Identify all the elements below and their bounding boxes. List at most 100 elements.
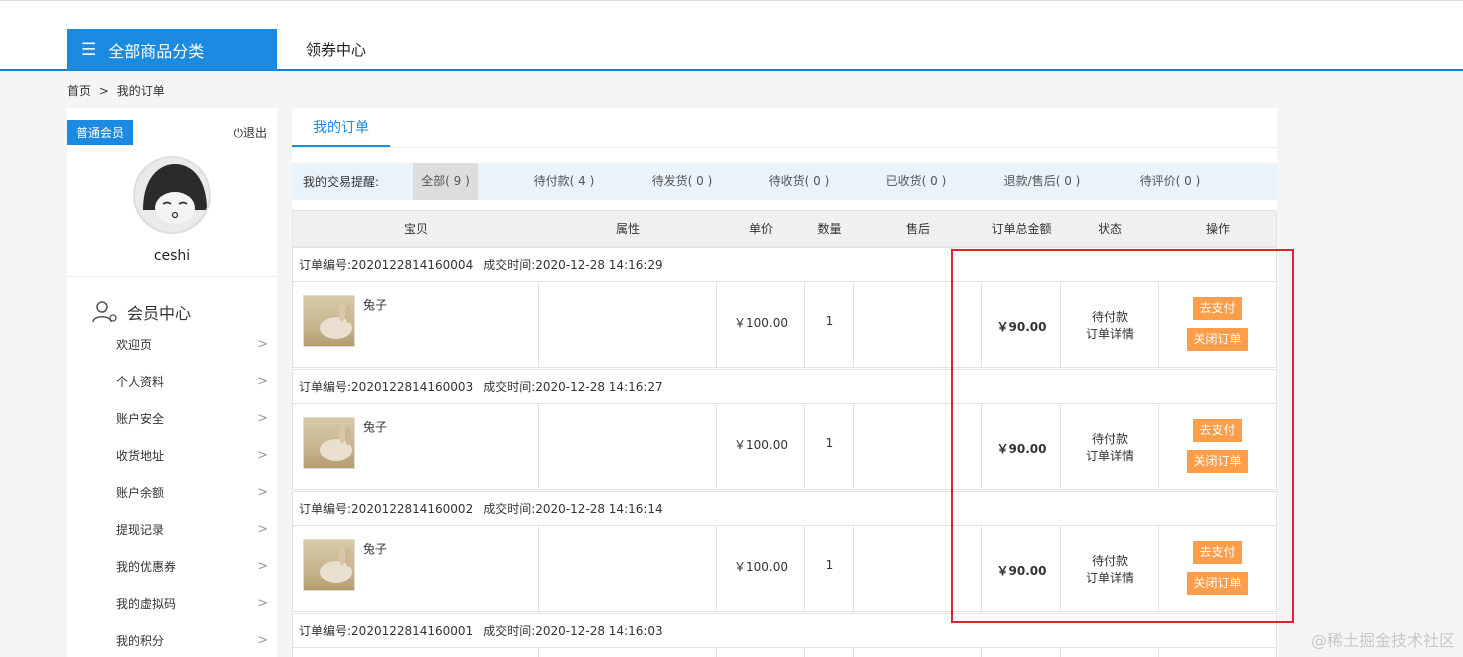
all-categories-label: 全部商品分类 [108, 41, 205, 61]
attributes-cell [539, 648, 717, 657]
sidebar-item-welcome[interactable]: 欢迎页 > [116, 326, 268, 363]
quantity: 1 [825, 436, 834, 450]
chevron-right-icon: > [257, 633, 268, 648]
sidebar-item-label: 我的虚拟码 [116, 597, 177, 611]
column-header: 数量 [817, 222, 842, 236]
coupon-center-link[interactable]: 领券中心 [306, 39, 366, 60]
column-header: 属性 [615, 222, 640, 236]
sidebar-item-points[interactable]: 我的积分 > [116, 622, 268, 657]
chevron-right-icon: > [257, 411, 268, 426]
product-name[interactable]: 兔子 [363, 296, 387, 313]
filter-pending-shipment[interactable]: 待发货( 0 ) [632, 163, 732, 200]
breadcrumb-current: 我的订单 [116, 84, 165, 98]
table-header: 宝贝 属性 单价 数量 售后 订单总金额 状态 操作 [292, 210, 1277, 247]
order-number: 订单编号:2020122814160002 [299, 502, 474, 516]
sidebar-item-profile[interactable]: 个人资料 > [116, 363, 268, 400]
logout-label: 退出 [242, 126, 267, 140]
top-bar: ☰ 全部商品分类 领券中心 [0, 0, 1463, 71]
aftersale-cell [854, 648, 982, 657]
order-number: 订单编号:2020122814160003 [299, 380, 474, 394]
quantity: 1 [825, 314, 834, 328]
breadcrumb-separator: > [98, 84, 109, 98]
filter-all[interactable]: 全部( 9 ) [413, 163, 478, 200]
menu-icon: ☰ [81, 39, 97, 60]
product-cell: 兔子 [293, 526, 539, 611]
column-header: 订单总金额 [991, 222, 1052, 236]
product-cell: 兔子 [293, 282, 539, 367]
product-image[interactable] [303, 417, 355, 469]
sidebar-item-balance[interactable]: 账户余额 > [116, 474, 268, 511]
member-center-heading: 会员中心 [91, 300, 191, 324]
product-name[interactable]: 兔子 [363, 418, 387, 435]
all-categories-button[interactable]: ☰ 全部商品分类 [67, 29, 277, 70]
sidebar-item-label: 账户安全 [116, 412, 165, 426]
order-number: 订单编号:2020122814160004 [299, 258, 474, 272]
filter-pending-payment[interactable]: 待付款( 4 ) [514, 163, 614, 200]
avatar[interactable] [133, 156, 211, 234]
sidebar-item-label: 我的积分 [116, 634, 165, 648]
rabbit-image [320, 424, 352, 461]
sidebar-item-security[interactable]: 账户安全 > [116, 400, 268, 437]
sidebar: 普通会员 ⏻退出 ceshi 会员中心 欢迎页 > 个人资料 > 账户安全 > 收货地… [67, 108, 277, 657]
sidebar-item-label: 欢迎页 [116, 338, 153, 352]
sidebar-item-label: 提现记录 [116, 523, 165, 537]
member-level-badge: 普通会员 [67, 120, 134, 145]
quantity: 1 [825, 558, 834, 572]
product-name[interactable]: 兔子 [363, 540, 387, 557]
status-cell [1061, 648, 1159, 657]
sidebar-item-label: 我的优惠券 [116, 560, 177, 574]
chevron-right-icon: > [257, 522, 268, 537]
user-settings-icon [92, 301, 117, 323]
order-time: 成交时间:2020-12-28 14:16:27 [483, 380, 663, 394]
unit-price: ￥100.00 [734, 438, 788, 452]
filter-pending-review[interactable]: 待评价( 0 ) [1115, 163, 1225, 200]
product-image[interactable] [303, 539, 355, 591]
column-header: 售后 [905, 222, 930, 236]
price-cell [717, 648, 805, 657]
attributes-cell [539, 282, 717, 367]
breadcrumb: 首页 > 我的订单 [67, 82, 165, 99]
chevron-right-icon: > [257, 448, 268, 463]
divider [67, 276, 277, 277]
attributes-cell [539, 404, 717, 489]
username: ceshi [153, 248, 191, 264]
tab-my-orders[interactable]: 我的订单 [292, 108, 390, 147]
order-time: 成交时间:2020-12-28 14:16:29 [483, 258, 663, 272]
breadcrumb-home[interactable]: 首页 [67, 84, 91, 98]
avatar-illustration [135, 158, 209, 232]
filter-received[interactable]: 已收货( 0 ) [866, 163, 966, 200]
column-header: 宝贝 [403, 222, 428, 236]
highlight-box [951, 249, 1294, 623]
chevron-right-icon: > [257, 596, 268, 611]
sidebar-item-virtual-codes[interactable]: 我的虚拟码 > [116, 585, 268, 622]
total-cell [982, 648, 1061, 657]
sidebar-item-coupons[interactable]: 我的优惠券 > [116, 548, 268, 585]
tab-underline [292, 147, 1277, 148]
sidebar-item-label: 账户余额 [116, 486, 165, 500]
product-image[interactable] [303, 295, 355, 347]
column-header: 单价 [748, 222, 773, 236]
attributes-cell [539, 526, 717, 611]
power-icon: ⏻ [233, 126, 243, 140]
order-time: 成交时间:2020-12-28 14:16:14 [483, 502, 663, 516]
order-number: 订单编号:2020122814160001 [299, 624, 474, 638]
logout-button[interactable]: ⏻退出 [233, 124, 267, 141]
unit-price: ￥100.00 [734, 560, 788, 574]
chevron-right-icon: > [257, 374, 268, 389]
filter-pending-receipt[interactable]: 待收货( 0 ) [749, 163, 849, 200]
member-center-label: 会员中心 [127, 304, 192, 323]
chevron-right-icon: > [257, 485, 268, 500]
chevron-right-icon: > [257, 337, 268, 352]
filter-bar-label: 我的交易提醒: [303, 175, 380, 189]
filter-refund[interactable]: 退款/售后( 0 ) [987, 163, 1097, 200]
sidebar-item-withdrawals[interactable]: 提现记录 > [116, 511, 268, 548]
product-cell: 兔子 [293, 404, 539, 489]
sidebar-item-label: 收货地址 [116, 449, 165, 463]
qty-cell [805, 648, 854, 657]
unit-price: ￥100.00 [734, 316, 788, 330]
product-cell [293, 648, 539, 657]
order-time: 成交时间:2020-12-28 14:16:03 [483, 624, 663, 638]
sidebar-item-label: 个人资料 [116, 375, 165, 389]
rabbit-image [320, 302, 352, 339]
sidebar-item-address[interactable]: 收货地址 > [116, 437, 268, 474]
